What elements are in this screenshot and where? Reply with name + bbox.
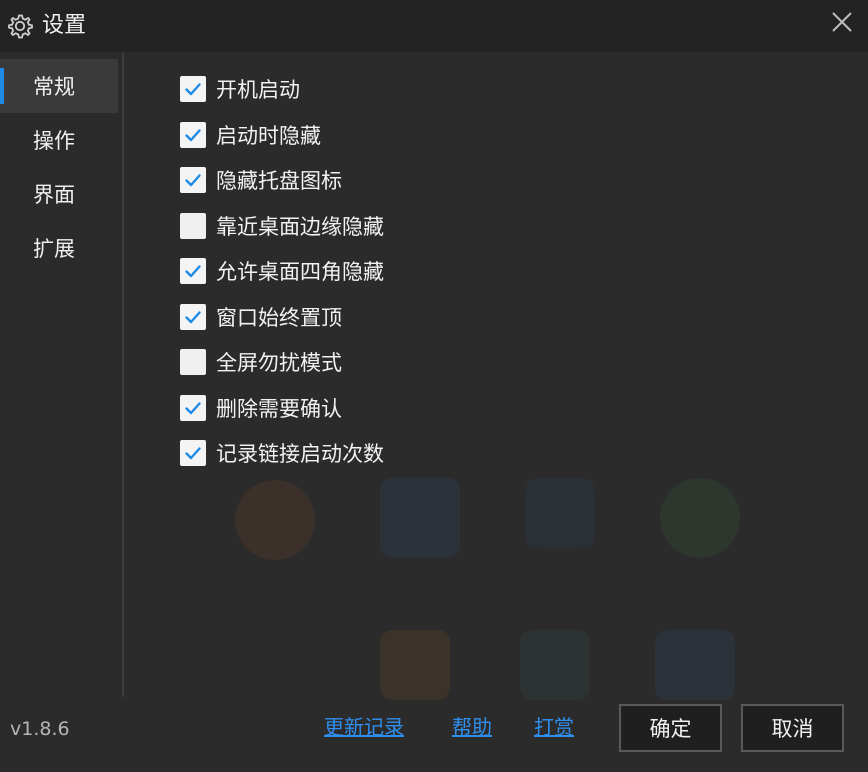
sidebar-item-label: 操作: [33, 129, 75, 153]
sidebar-item-interface[interactable]: 界面: [0, 167, 118, 221]
sidebar-item-extensions[interactable]: 扩展: [0, 221, 118, 275]
checkbox[interactable]: [180, 212, 206, 239]
ok-button[interactable]: 确定: [619, 704, 722, 752]
option-row[interactable]: 开机启动: [180, 73, 300, 105]
option-row[interactable]: 隐藏托盘图标: [180, 164, 342, 196]
background-icon: [655, 630, 735, 700]
option-label: 隐藏托盘图标: [216, 169, 342, 193]
checkmark-icon: [185, 447, 201, 460]
donate-link[interactable]: 打赏: [534, 711, 574, 740]
title-bar: 设置: [0, 0, 868, 52]
changelog-link[interactable]: 更新记录: [324, 711, 404, 740]
checkbox[interactable]: [180, 258, 206, 284]
checkmark-icon: [185, 401, 201, 414]
sidebar-item-general[interactable]: 常规: [0, 59, 118, 113]
cancel-button[interactable]: 取消: [741, 704, 844, 752]
option-row[interactable]: 靠近桌面边缘隐藏: [180, 210, 384, 242]
checkmark-icon: [185, 83, 201, 96]
option-label: 开机启动: [216, 78, 300, 102]
background-icon: [235, 480, 315, 560]
help-link[interactable]: 帮助: [452, 711, 492, 740]
option-row[interactable]: 删除需要确认: [180, 392, 342, 424]
version-label: v1.8.6: [10, 718, 70, 740]
checkbox[interactable]: [180, 349, 206, 375]
option-row[interactable]: 记录链接启动次数: [180, 437, 384, 469]
option-label: 删除需要确认: [216, 396, 342, 421]
option-row[interactable]: 允许桌面四角隐藏: [180, 255, 384, 287]
gear-icon: [6, 12, 34, 40]
option-row[interactable]: 全屏勿扰模式: [180, 346, 342, 378]
sidebar-item-label: 界面: [33, 183, 75, 207]
option-label: 全屏勿扰模式: [216, 351, 342, 375]
background-icon: [520, 630, 590, 700]
option-label: 启动时隐藏: [216, 123, 321, 148]
checkbox[interactable]: [180, 440, 206, 466]
close-icon: [832, 12, 852, 32]
sidebar-item-label: 扩展: [33, 237, 75, 261]
checkmark-icon: [185, 174, 201, 187]
close-button[interactable]: [816, 0, 868, 44]
option-label: 窗口始终置顶: [216, 305, 342, 330]
option-label: 靠近桌面边缘隐藏: [216, 214, 384, 239]
checkbox[interactable]: [180, 394, 206, 421]
background-icon: [660, 478, 740, 558]
background-icon: [380, 478, 460, 558]
checkbox[interactable]: [180, 76, 206, 102]
background-icon: [525, 478, 595, 548]
option-row[interactable]: 启动时隐藏: [180, 119, 321, 151]
checkbox[interactable]: [180, 303, 206, 330]
checkbox[interactable]: [180, 167, 206, 193]
checkmark-icon: [185, 265, 201, 278]
sidebar-item-operation[interactable]: 操作: [0, 113, 118, 167]
sidebar-item-label: 常规: [33, 75, 75, 99]
option-label: 允许桌面四角隐藏: [216, 260, 384, 284]
settings-sidebar: 常规 操作 界面 扩展: [0, 52, 124, 697]
option-label: 记录链接启动次数: [216, 442, 384, 466]
option-row[interactable]: 窗口始终置顶: [180, 301, 342, 333]
checkmark-icon: [185, 310, 201, 323]
checkmark-icon: [185, 128, 201, 141]
background-icon: [380, 630, 450, 700]
checkbox[interactable]: [180, 121, 206, 148]
window-title: 设置: [42, 13, 87, 38]
